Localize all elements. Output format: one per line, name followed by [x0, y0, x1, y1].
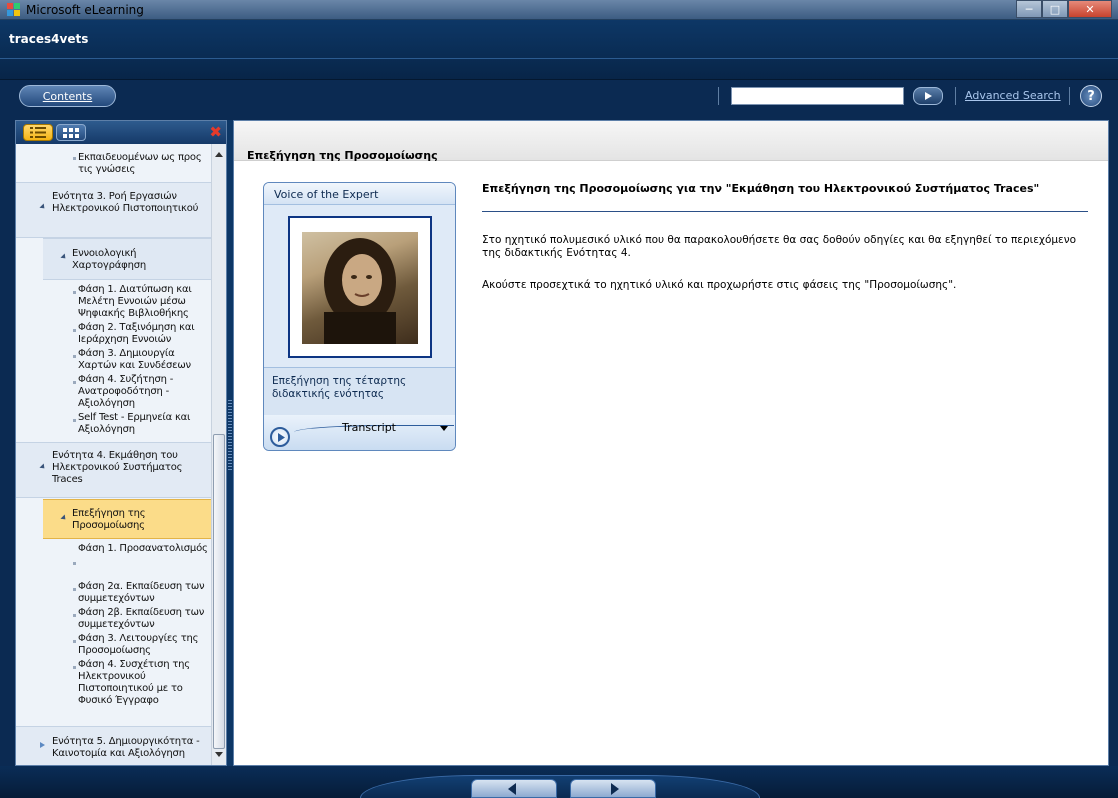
article-title: Επεξήγηση της Προσομοίωσης για την "Εκμά… — [482, 182, 1040, 195]
play-icon — [277, 432, 285, 442]
bullet-icon — [73, 355, 76, 358]
voice-panel-header: Voice of the Expert — [264, 183, 455, 205]
close-panel-button[interactable]: ✖ — [209, 123, 222, 141]
previous-page-button[interactable] — [471, 779, 557, 798]
contents-button[interactable]: Contents — [19, 85, 116, 107]
maximize-icon: □ — [1049, 2, 1061, 16]
bullet-icon — [73, 157, 76, 160]
bullet-icon — [73, 588, 76, 591]
help-button[interactable]: ? — [1080, 85, 1102, 107]
scrollbar-thumb[interactable] — [213, 434, 225, 749]
bullet-icon — [73, 329, 76, 332]
bullet-icon — [73, 640, 76, 643]
toc-item[interactable]: Φάση 4. Συσχέτιση της Ηλεκτρονικού Πιστο… — [78, 659, 208, 707]
toolbar-separator — [955, 87, 956, 105]
expert-portrait — [302, 232, 418, 344]
voice-panel-title: Voice of the Expert — [274, 188, 379, 201]
expand-arrow-icon[interactable] — [40, 742, 45, 748]
next-page-button[interactable] — [570, 779, 656, 798]
play-audio-button[interactable] — [270, 427, 290, 447]
voice-description: Επεξήγηση της τέταρτης διδακτικής ενότητ… — [272, 375, 407, 400]
expert-photo-area — [264, 205, 455, 367]
window-controls: ─ □ ✕ — [1016, 0, 1112, 18]
scroll-down-icon[interactable] — [215, 752, 223, 757]
toc-item[interactable]: Φάση 2α. Εκπαίδευση των συμμετεχόντων — [78, 581, 208, 605]
advanced-search-link[interactable]: Advanced Search — [965, 89, 1061, 102]
scroll-up-icon[interactable] — [215, 152, 223, 157]
thumbnail-view-button[interactable] — [56, 124, 86, 141]
bullet-icon — [73, 381, 76, 384]
audio-controls: Transcript — [264, 415, 455, 450]
toc-unit-5-label[interactable]: Ενότητα 5. Δημιουργικότητα - Καινοτομία … — [52, 736, 210, 760]
topic-header: Επεξήγηση της Προσομοίωσης — [234, 121, 1108, 162]
play-arrow-icon — [925, 92, 932, 100]
toc-item[interactable]: Φάση 2. Ταξινόμηση και Ιεράρχηση Εννοιών — [78, 322, 208, 346]
toc-unit-4-label[interactable]: Ενότητα 4. Εκμάθηση του Ηλεκτρονικού Συσ… — [52, 450, 207, 486]
dropdown-arrow-icon[interactable] — [440, 426, 448, 431]
window-title: Microsoft eLearning — [26, 3, 144, 17]
toolbar-separator — [1069, 87, 1070, 105]
toc-item[interactable]: Φάση 4. Συζήτηση - Ανατροφοδότηση - Αξιο… — [78, 374, 208, 410]
toc-item[interactable]: Φάση 1. Προσανατολισμός — [78, 543, 208, 555]
expert-photo — [288, 216, 432, 358]
bullet-icon — [73, 562, 76, 565]
voice-description-area: Επεξήγηση της τέταρτης διδακτικής ενότητ… — [264, 367, 455, 415]
close-window-button[interactable]: ✕ — [1068, 0, 1112, 18]
search-go-button[interactable] — [913, 87, 943, 105]
toc-item[interactable]: Φάση 3. Λειτουργίες της Προσομοίωσης — [78, 633, 208, 657]
topic-title: Επεξήγηση της Προσομοίωσης — [247, 149, 438, 162]
portrait-figure — [324, 238, 396, 344]
close-icon: ✕ — [1085, 2, 1095, 16]
toc-scrollbar[interactable] — [211, 144, 226, 765]
app-header: traces4vets — [0, 20, 1118, 80]
minimize-icon: ─ — [1025, 2, 1033, 16]
header-divider — [0, 58, 1118, 59]
list-view-icon — [30, 127, 46, 138]
bullet-icon — [73, 419, 76, 422]
maximize-button[interactable]: □ — [1042, 0, 1068, 18]
list-view-button[interactable] — [23, 124, 53, 141]
close-icon: ✖ — [209, 123, 222, 141]
topic-content: Επεξήγηση της Προσομοίωσης Voice of the … — [233, 120, 1109, 766]
table-of-contents-panel: ✖ Εκπαιδευομένων ως προς τις γνώσεις Ενό… — [15, 120, 227, 766]
transcript-toggle[interactable]: Transcript — [342, 421, 396, 434]
grid-view-icon — [63, 127, 79, 138]
toc-unit-3-label[interactable]: Ενότητα 3. Ροή Εργασιών Ηλεκτρονικού Πισ… — [52, 191, 202, 215]
panel-toolbar: ✖ — [16, 121, 226, 144]
toc-item[interactable]: Φάση 3. Δημιουργία Χαρτών και Συνδέσεων — [78, 348, 208, 372]
window-title-bar: Microsoft eLearning ─ □ ✕ — [0, 0, 1118, 20]
nav-cradle — [360, 775, 760, 798]
toc-item[interactable]: Φάση 2β. Εκπαίδευση των συμμετεχόντων — [78, 607, 208, 631]
search-input[interactable] — [731, 87, 904, 105]
toc-item[interactable]: Εκπαιδευομένων ως προς τις γνώσεις — [78, 152, 206, 176]
title-underline — [482, 211, 1088, 212]
article-paragraph: Ακούστε προσεχτικά το ηχητικό υλικό και … — [482, 279, 957, 291]
arrow-left-icon — [508, 782, 516, 795]
toc-section-label[interactable]: Εννοιολογική Χαρτογράφηση — [72, 248, 177, 272]
toc-item[interactable]: Self Test - Ερμηνεία και Αξιολόγηση — [78, 412, 208, 436]
toolbar-separator — [718, 87, 719, 105]
toc-section-label[interactable]: Επεξήγηση της Προσομοίωσης — [72, 508, 172, 532]
bullet-icon — [73, 614, 76, 617]
article-paragraph: Στο ηχητικό πολυμεσικό υλικό που θα παρα… — [482, 234, 1077, 259]
toc-tree: Εκπαιδευομένων ως προς τις γνώσεις Ενότη… — [16, 144, 211, 765]
course-name: traces4vets — [9, 32, 89, 46]
splitter-grip[interactable] — [228, 400, 232, 470]
voice-of-expert-panel: Voice of the Expert Επεξήγηση της τέταρτ… — [263, 182, 456, 451]
toc-item[interactable]: Φάση 1. Διατύπωση και Μελέτη Εννοιών μέσ… — [78, 284, 208, 320]
arrow-right-icon — [611, 782, 619, 795]
bullet-icon — [73, 291, 76, 294]
app-icon — [7, 3, 21, 17]
bullet-icon — [73, 666, 76, 669]
minimize-button[interactable]: ─ — [1016, 0, 1042, 18]
